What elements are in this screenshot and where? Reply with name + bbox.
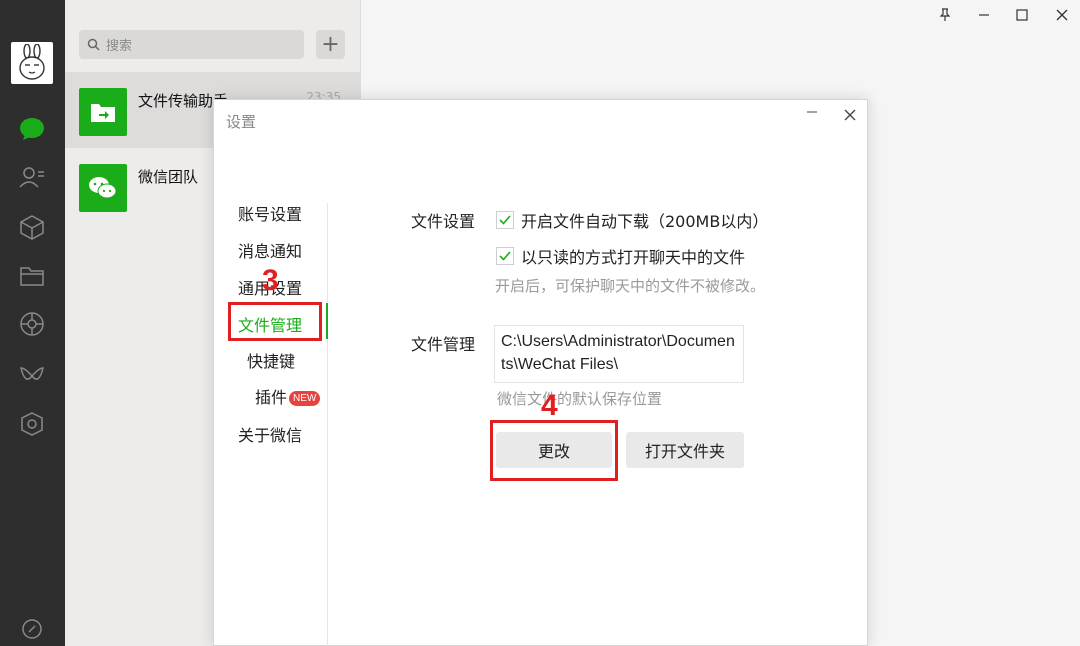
- file-settings-label: 文件设置: [411, 212, 476, 231]
- plus-icon: +: [321, 32, 340, 57]
- new-badge: NEW: [289, 391, 321, 406]
- minimize-icon[interactable]: [973, 4, 995, 26]
- chat-name: 微信团队: [138, 168, 199, 186]
- dialog-close-icon[interactable]: [840, 106, 860, 126]
- folder-icon[interactable]: [18, 262, 46, 290]
- contacts-icon[interactable]: [18, 163, 46, 191]
- auto-download-label: 开启文件自动下载（200MB以内）: [521, 212, 769, 231]
- dialog-title: 设置: [226, 113, 257, 131]
- file-transfer-avatar: [79, 88, 127, 136]
- auto-download-checkbox[interactable]: 开启文件自动下载（200MB以内）: [496, 208, 768, 232]
- menu-notifications[interactable]: 消息通知: [238, 238, 302, 262]
- menu-account-settings[interactable]: 账号设置: [238, 201, 302, 225]
- avatar-rabbit-icon: [19, 44, 45, 80]
- checkmark-icon: [499, 251, 511, 261]
- pin-icon[interactable]: [934, 4, 956, 26]
- menu-about-wechat[interactable]: 关于微信: [238, 422, 302, 446]
- annotation-number-3: 3: [262, 264, 279, 297]
- menu-divider: [327, 203, 328, 646]
- channels-icon[interactable]: [18, 362, 46, 390]
- dialog-minimize-icon[interactable]: [802, 106, 822, 126]
- box-icon[interactable]: [18, 213, 46, 241]
- chat-icon[interactable]: [18, 115, 46, 143]
- avatar[interactable]: [11, 42, 53, 84]
- search-placeholder: 搜索: [106, 39, 133, 54]
- annotation-box-change: [490, 420, 618, 481]
- left-nav: [0, 0, 65, 646]
- more-icon[interactable]: [18, 615, 46, 643]
- checkmark-icon: [499, 215, 511, 225]
- wechat-team-avatar: [79, 164, 127, 212]
- wechat-logo-icon: [89, 177, 117, 199]
- menu-plugins-label: 插件: [255, 388, 288, 407]
- maximize-icon[interactable]: [1011, 4, 1033, 26]
- folder-arrow-icon: [91, 104, 115, 122]
- readonly-open-checkbox[interactable]: 以只读的方式打开聊天中的文件: [496, 244, 745, 268]
- annotation-number-4: 4: [541, 389, 558, 422]
- file-management-label: 文件管理: [411, 335, 476, 354]
- save-path-hint: 微信文件的默认保存位置: [497, 390, 663, 408]
- annotation-box-file-management: [228, 302, 322, 341]
- add-button[interactable]: +: [316, 30, 345, 59]
- save-path-field[interactable]: C:\Users\Administrator\Documents\WeChat …: [494, 325, 744, 383]
- menu-shortcuts[interactable]: 快捷键: [247, 348, 295, 372]
- close-icon[interactable]: [1051, 4, 1073, 26]
- settings-dialog: 设置 账号设置 消息通知 通用设置 文件管理 快捷键 插件 NEW 关于微信 文件…: [213, 99, 868, 646]
- checkbox: [496, 211, 514, 229]
- menu-active-indicator: [326, 303, 328, 339]
- search-input[interactable]: 搜索: [79, 30, 304, 59]
- readonly-open-label: 以只读的方式打开聊天中的文件: [521, 248, 746, 267]
- readonly-hint: 开启后，可保护聊天中的文件不被修改。: [495, 277, 766, 295]
- menu-plugins[interactable]: 插件 NEW: [255, 384, 321, 408]
- search-icon: [87, 38, 100, 51]
- checkbox: [496, 247, 514, 265]
- moments-icon[interactable]: [18, 310, 46, 338]
- open-folder-button[interactable]: 打开文件夹: [626, 432, 744, 468]
- mini-program-icon[interactable]: [18, 410, 46, 438]
